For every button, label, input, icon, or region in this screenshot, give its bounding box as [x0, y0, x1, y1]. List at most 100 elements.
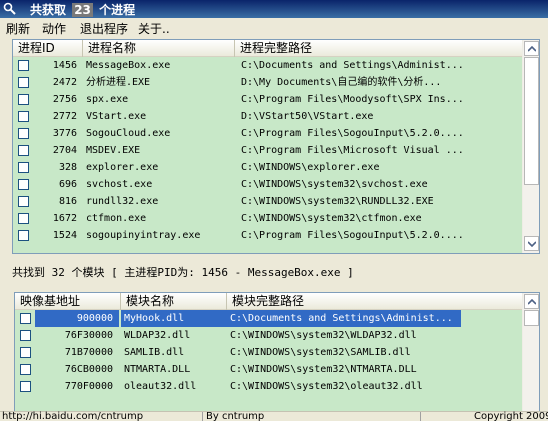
pid-cell: 1672 — [52, 213, 77, 224]
row-checkbox[interactable] — [18, 145, 29, 156]
process-path-cell: C:\Program Files\SogouInput\5.2.0.... — [241, 128, 464, 139]
status-divider — [202, 412, 203, 421]
process-name-cell: ctfmon.exe — [86, 213, 147, 224]
process-row[interactable]: 1456 MessageBox.exe C:\Documents and Setti… — [13, 57, 523, 74]
module-row[interactable]: 71B70000 SAMLIB.dll C:\WINDOWS\system32\SA… — [15, 344, 523, 361]
title-prefix: 共获取 — [30, 3, 67, 17]
module-row[interactable]: 900000 MyHook.dll C:\Documents and Setting… — [15, 310, 523, 327]
base-address-cell: 900000 — [35, 310, 119, 327]
base-address-cell: 71B70000 — [64, 347, 113, 358]
row-checkbox[interactable] — [18, 77, 29, 88]
process-name-cell: SogouCloud.exe — [86, 128, 171, 139]
row-checkbox[interactable] — [18, 213, 29, 224]
module-list-body: 900000 MyHook.dll C:\Documents and Setting… — [15, 310, 523, 411]
process-count: 23 — [72, 3, 93, 17]
row-checkbox[interactable] — [18, 111, 29, 122]
status-link[interactable]: http://hi.baidu.com/cntrump — [2, 411, 143, 421]
pid-cell: 696 — [58, 179, 77, 190]
row-checkbox[interactable] — [18, 128, 29, 139]
row-checkbox[interactable] — [18, 60, 29, 71]
process-name-cell: explorer.exe — [86, 162, 159, 173]
row-checkbox[interactable] — [20, 381, 31, 392]
status-copyright: Copyright 2009 — [474, 411, 548, 421]
title-suffix: 个进程 — [99, 3, 136, 17]
process-name-cell: 分析进程.EXE — [86, 77, 151, 88]
row-checkbox[interactable] — [18, 94, 29, 105]
arrow-up-icon — [528, 299, 536, 305]
module-scroll-thumb[interactable] — [524, 310, 539, 326]
base-address-cell: 76CB0000 — [64, 364, 113, 375]
pid-cell: 1456 — [52, 60, 77, 71]
col-module-name-header[interactable]: 模块名称 — [121, 293, 227, 310]
process-name-cell: MessageBox.exe — [86, 60, 171, 71]
scroll-up-button[interactable] — [524, 41, 539, 56]
process-row[interactable]: 2704 MSDEV.EXE C:\Program Files\Microsoft … — [13, 142, 523, 159]
process-row[interactable]: 816 rundll32.exe C:\WINDOWS\system32\RUNDL… — [13, 193, 523, 210]
row-checkbox[interactable] — [20, 313, 31, 324]
row-checkbox[interactable] — [20, 364, 31, 375]
module-path-cell: C:\WINDOWS\system32\SAMLIB.dll — [230, 347, 411, 358]
row-checkbox[interactable] — [18, 230, 29, 241]
window-title: 共获取 23 个进程 — [30, 1, 135, 18]
process-row[interactable]: 2772 VStart.exe D:\VStart50\VStart.exe — [13, 108, 523, 125]
module-name-cell: SAMLIB.dll — [124, 347, 185, 358]
process-row[interactable]: 3776 SogouCloud.exe C:\Program Files\Sogou… — [13, 125, 523, 142]
process-name-cell: sogoupinyintray.exe — [86, 230, 201, 241]
menu-about[interactable]: 关于.. — [138, 20, 170, 37]
module-path-cell: C:\WINDOWS\system32\oleaut32.dll — [230, 381, 423, 392]
scroll-down-button[interactable] — [524, 236, 539, 251]
module-row[interactable]: 76CB0000 NTMARTA.DLL C:\WINDOWS\system32\N… — [15, 361, 523, 378]
process-path-cell: C:\WINDOWS\system32\RUNDLL32.EXE — [241, 196, 434, 207]
status-bar: http://hi.baidu.com/cntrump By cntrump C… — [0, 411, 548, 421]
module-row[interactable]: 76F30000 WLDAP32.dll C:\WINDOWS\system32\W… — [15, 327, 523, 344]
process-path-cell: C:\Program Files\SogouInput\5.2.0.... — [241, 230, 464, 241]
menu-refresh[interactable]: 刷新 — [6, 20, 30, 37]
row-checkbox[interactable] — [20, 330, 31, 341]
menu-bar: 刷新 动作 退出程序 关于.. — [0, 18, 548, 37]
process-path-cell: C:\WINDOWS\explorer.exe — [241, 162, 380, 173]
col-pid-header[interactable]: 进程ID — [13, 40, 83, 57]
row-checkbox[interactable] — [18, 196, 29, 207]
pid-cell: 2472 — [52, 77, 77, 88]
process-path-cell: D:\VStart50\VStart.exe — [241, 111, 374, 122]
row-checkbox[interactable] — [18, 179, 29, 190]
row-checkbox[interactable] — [18, 162, 29, 173]
module-scroll-up-button[interactable] — [524, 294, 539, 309]
process-list[interactable]: 进程ID 进程名称 进程完整路径 1456 MessageBox.exe C:\Do… — [12, 39, 540, 254]
process-list-header: 进程ID 进程名称 进程完整路径 — [13, 40, 539, 57]
title-bar: 共获取 23 个进程 — [0, 0, 548, 18]
module-name-cell: WLDAP32.dll — [124, 330, 191, 341]
col-path-header[interactable]: 进程完整路径 — [235, 40, 525, 57]
module-name-cell: NTMARTA.DLL — [124, 364, 191, 375]
arrow-down-icon — [528, 241, 536, 247]
menu-exit[interactable]: 退出程序 — [80, 20, 128, 37]
col-module-path-header[interactable]: 模块完整路径 — [227, 293, 525, 310]
pid-cell: 2772 — [52, 111, 77, 122]
process-row[interactable]: 1524 sogoupinyintray.exe C:\Program Files\… — [13, 227, 523, 244]
process-row[interactable]: 2472 分析进程.EXE D:\My Documents\自己编的软件\分析... — [13, 74, 523, 91]
process-row[interactable]: 328 explorer.exe C:\WINDOWS\explorer.exe — [13, 159, 523, 176]
module-list[interactable]: 映像基地址 模块名称 模块完整路径 900000 MyHook.dll C:\Doc… — [14, 292, 540, 412]
module-scrollbar[interactable] — [522, 293, 539, 411]
process-path-cell: C:\Program Files\Moodysoft\SPX Ins... — [241, 94, 464, 105]
scroll-thumb[interactable] — [524, 57, 539, 185]
status-author: By cntrump — [206, 411, 265, 421]
process-scrollbar[interactable] — [522, 40, 539, 253]
module-path-cell: C:\Documents and Settings\Administ... — [227, 310, 461, 327]
process-row[interactable]: 696 svchost.exe C:\WINDOWS\system32\svchos… — [13, 176, 523, 193]
col-name-header[interactable]: 进程名称 — [83, 40, 235, 57]
module-name-cell: MyHook.dll — [121, 310, 227, 327]
process-list-body: 1456 MessageBox.exe C:\Documents and Setti… — [13, 57, 523, 253]
process-path-cell: C:\Program Files\Microsoft Visual ... — [241, 145, 464, 156]
menu-action[interactable]: 动作 — [42, 20, 66, 37]
process-row[interactable]: 2756 spx.exe C:\Program Files\Moodysoft\SP… — [13, 91, 523, 108]
process-path-cell: D:\My Documents\自己编的软件\分析... — [241, 77, 442, 88]
pid-cell: 816 — [58, 196, 77, 207]
row-checkbox[interactable] — [20, 347, 31, 358]
process-name-cell: MSDEV.EXE — [86, 145, 141, 156]
col-base-header[interactable]: 映像基地址 — [15, 293, 121, 310]
base-address-cell: 76F30000 — [64, 330, 113, 341]
process-row[interactable]: 1672 ctfmon.exe C:\WINDOWS\system32\ctfmon… — [13, 210, 523, 227]
module-row[interactable]: 770F0000 oleaut32.dll C:\WINDOWS\system32\… — [15, 378, 523, 395]
module-list-header: 映像基地址 模块名称 模块完整路径 — [15, 293, 539, 310]
